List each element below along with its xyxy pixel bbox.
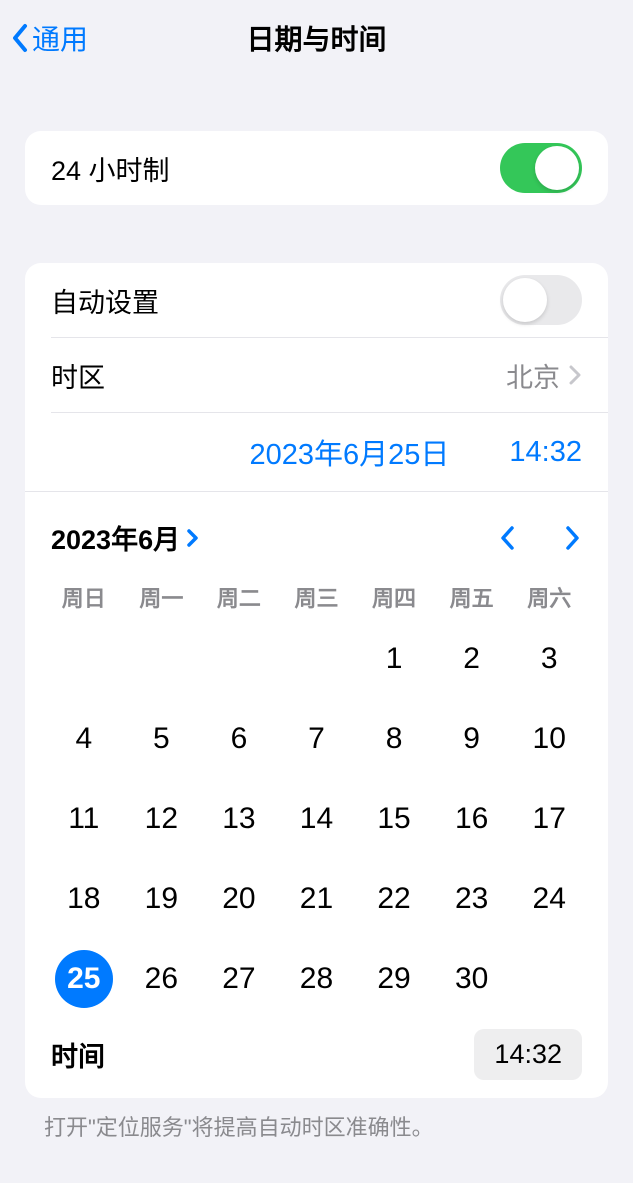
weekday-label: 周六 — [510, 581, 588, 613]
calendar-day[interactable]: 13 — [200, 779, 278, 859]
time-picker-button[interactable]: 14:32 — [509, 436, 582, 469]
calendar-day[interactable]: 6 — [200, 699, 278, 779]
calendar-day[interactable]: 18 — [45, 859, 123, 939]
calendar-day[interactable]: 12 — [123, 779, 201, 859]
auto-set-row: 自动设置 — [25, 263, 608, 337]
prev-month-button[interactable] — [498, 524, 518, 552]
month-selector[interactable]: 2023年6月 — [51, 518, 200, 557]
weekday-label: 周一 — [123, 581, 201, 613]
calendar-day[interactable]: 25 — [45, 939, 123, 1019]
chevron-left-icon — [10, 23, 30, 53]
calendar-day[interactable]: 1 — [355, 619, 433, 699]
calendar-day[interactable]: 28 — [278, 939, 356, 1019]
chevron-right-icon — [186, 527, 200, 549]
calendar-day[interactable]: 16 — [433, 779, 511, 859]
page-title: 日期与时间 — [0, 18, 633, 58]
twenty-four-hour-label: 24 小时制 — [51, 149, 170, 188]
calendar-day[interactable]: 14 — [278, 779, 356, 859]
weekday-label: 周五 — [433, 581, 511, 613]
calendar-day[interactable]: 3 — [510, 619, 588, 699]
calendar-day[interactable]: 8 — [355, 699, 433, 779]
chevron-right-icon — [568, 364, 582, 386]
month-label: 2023年6月 — [51, 518, 180, 557]
toggle-knob — [535, 146, 579, 190]
calendar-day[interactable]: 30 — [433, 939, 511, 1019]
calendar-day[interactable]: 9 — [433, 699, 511, 779]
auto-set-toggle[interactable] — [500, 275, 582, 325]
toggle-knob — [503, 278, 547, 322]
calendar-day[interactable]: 4 — [45, 699, 123, 779]
calendar-day[interactable]: 7 — [278, 699, 356, 779]
calendar-day[interactable]: 29 — [355, 939, 433, 1019]
calendar-day[interactable]: 17 — [510, 779, 588, 859]
calendar-day[interactable]: 26 — [123, 939, 201, 1019]
date-picker-button[interactable]: 2023年6月25日 — [250, 431, 450, 473]
timezone-row[interactable]: 时区 北京 — [25, 338, 608, 412]
calendar-day[interactable]: 11 — [45, 779, 123, 859]
calendar-day[interactable]: 24 — [510, 859, 588, 939]
time-label: 时间 — [51, 1035, 105, 1074]
back-button-label: 通用 — [32, 18, 88, 58]
twenty-four-hour-row: 24 小时制 — [25, 131, 608, 205]
weekday-label: 周日 — [45, 581, 123, 613]
calendar-day[interactable]: 22 — [355, 859, 433, 939]
weekday-label: 周三 — [278, 581, 356, 613]
calendar-day[interactable]: 5 — [123, 699, 201, 779]
timezone-label: 时区 — [51, 356, 105, 395]
footer-note: 打开"定位服务"将提高自动时区准确性。 — [44, 1110, 589, 1142]
calendar-day[interactable]: 19 — [123, 859, 201, 939]
calendar-day[interactable]: 27 — [200, 939, 278, 1019]
calendar-day[interactable]: 15 — [355, 779, 433, 859]
back-button[interactable]: 通用 — [10, 18, 88, 58]
calendar-day[interactable]: 10 — [510, 699, 588, 779]
calendar-day[interactable]: 23 — [433, 859, 511, 939]
time-value-button[interactable]: 14:32 — [474, 1029, 582, 1080]
calendar-day[interactable]: 2 — [433, 619, 511, 699]
weekday-label: 周四 — [355, 581, 433, 613]
auto-set-label: 自动设置 — [51, 281, 159, 320]
weekday-label: 周二 — [200, 581, 278, 613]
timezone-value: 北京 — [506, 356, 560, 395]
twenty-four-hour-toggle[interactable] — [500, 143, 582, 193]
next-month-button[interactable] — [562, 524, 582, 552]
calendar-day[interactable]: 20 — [200, 859, 278, 939]
calendar-day[interactable]: 21 — [278, 859, 356, 939]
